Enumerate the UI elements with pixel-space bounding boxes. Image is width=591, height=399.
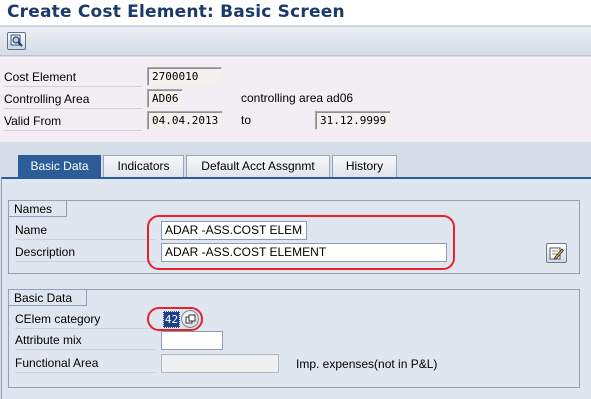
valid-from-label: Valid From (4, 111, 142, 131)
title-bar: Create Cost Element: Basic Screen (0, 0, 591, 25)
tab-indicators[interactable]: Indicators (103, 155, 184, 177)
edit-text-button[interactable] (546, 243, 567, 263)
controlling-area-label: Controlling Area (4, 89, 142, 109)
attribute-mix-label: Attribute mix (15, 331, 155, 350)
description-input[interactable]: ADAR -ASS.COST ELEMENT (161, 243, 447, 262)
valid-to-field[interactable]: 31.12.9999 (315, 111, 391, 130)
tab-default-acct-assgnmt[interactable]: Default Acct Assgnmt (186, 155, 330, 177)
names-group-title: Names (8, 200, 68, 217)
celem-category-label: CElem category (15, 310, 155, 329)
to-label: to (241, 113, 252, 127)
master-data-icon (10, 34, 23, 47)
master-data-button[interactable] (7, 32, 26, 50)
cost-element-field[interactable]: 2700010 (147, 67, 222, 86)
category-value-help-button[interactable] (181, 310, 199, 328)
value-help-icon (185, 314, 196, 324)
celem-category-input[interactable]: 42 (163, 311, 180, 328)
basic-data-group-title: Basic Data (8, 289, 88, 306)
description-label: Description (15, 243, 155, 262)
functional-area-input[interactable] (161, 354, 279, 373)
name-label: Name (15, 221, 155, 240)
controlling-area-text: controlling area ad06 (241, 91, 354, 105)
page-title: Create Cost Element: Basic Screen (7, 2, 345, 22)
category-description-text: Imp. expenses(not in P&L) (296, 357, 438, 371)
functional-area-label: Functional Area (15, 354, 155, 373)
controlling-area-field[interactable]: AD06 (147, 89, 183, 108)
application-toolbar (0, 26, 591, 56)
attribute-mix-input[interactable] (161, 331, 223, 350)
name-input[interactable]: ADAR -ASS.COST ELEM (161, 221, 307, 240)
cost-element-label: Cost Element (4, 67, 142, 87)
tab-strip: Basic Data Indicators Default Acct Assgn… (0, 155, 591, 177)
valid-from-field[interactable]: 04.04.2013 (147, 111, 223, 130)
tab-history[interactable]: History (332, 155, 397, 177)
edit-pencil-icon (549, 247, 564, 260)
tab-basic-data[interactable]: Basic Data (18, 155, 101, 177)
